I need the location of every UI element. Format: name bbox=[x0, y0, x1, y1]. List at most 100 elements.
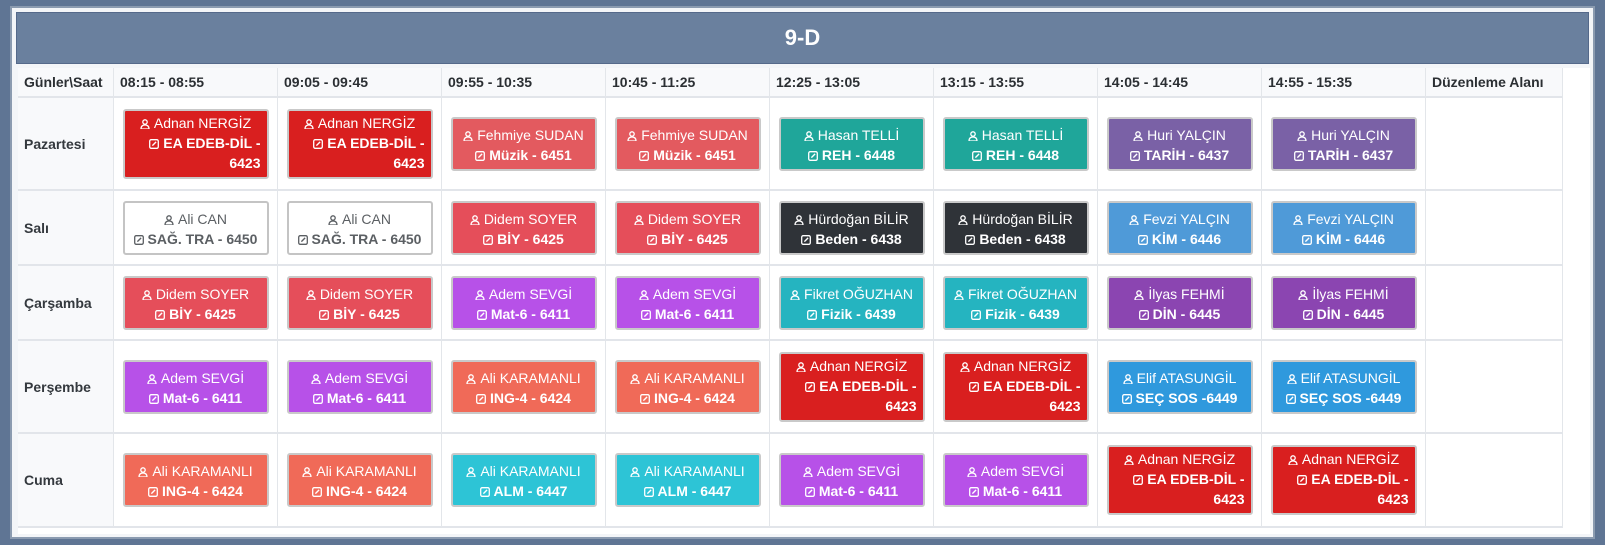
course-name: Müzik - 6451 bbox=[489, 146, 572, 163]
lesson-card[interactable]: Hürdoğan BİLİR Beden - 6438 bbox=[942, 200, 1089, 255]
lesson-card[interactable]: Adem SEVGİ Mat-6 - 6411 bbox=[614, 275, 761, 330]
lesson-cell: Adnan NERGİZ EA EDEB-DİL - 6423 bbox=[1262, 434, 1426, 528]
course-name: DİN - 6445 bbox=[1152, 305, 1221, 322]
edit-icon bbox=[483, 231, 497, 247]
lesson-card[interactable]: Didem SOYER BİY - 6425 bbox=[450, 200, 597, 255]
lesson-cell: Adem SEVGİ Mat-6 - 6411 bbox=[442, 266, 606, 341]
lesson-cell: Adem SEVGİ Mat-6 - 6411 bbox=[278, 341, 442, 434]
teacher-name: Hasan TELLİ bbox=[981, 126, 1064, 143]
lesson-card[interactable]: Hasan TELLİ REH - 6448 bbox=[778, 116, 925, 171]
timetable-grid: Günler\Saat 08:15 - 08:55 09:05 - 09:45 09:… bbox=[18, 68, 1590, 534]
teacher-name: Fikret OĞUZHAN bbox=[804, 285, 913, 302]
lesson-card[interactable]: Fevzi YALÇIN KİM - 6446 bbox=[1106, 200, 1253, 255]
edit-icon bbox=[1285, 390, 1300, 406]
lesson-card[interactable]: Fikret OĞUZHAN Fizik - 6439 bbox=[778, 275, 925, 330]
lesson-card[interactable]: Huri YALÇIN TARİH - 6437 bbox=[1270, 116, 1417, 171]
lesson-card[interactable]: Adnan NERGİZ EA EDEB-DİL - 6423 bbox=[122, 108, 269, 179]
lesson-cell: Fehmiye SUDAN Müzik - 6451 bbox=[442, 98, 606, 191]
lesson-card[interactable]: Ali KARAMANLI ING-4 - 6424 bbox=[286, 453, 433, 507]
lesson-card[interactable]: Fehmiye SUDAN Müzik - 6451 bbox=[450, 116, 597, 171]
edit-area-cell[interactable] bbox=[1426, 98, 1563, 191]
edit-area-cell[interactable] bbox=[1426, 434, 1563, 528]
lesson-cell: Hasan TELLİ REH - 6448 bbox=[770, 98, 934, 191]
course-name: BİY - 6425 bbox=[169, 305, 236, 322]
teacher-name: Fevzi YALÇIN bbox=[1143, 210, 1230, 227]
lesson-card[interactable]: Adem SEVGİ Mat-6 - 6411 bbox=[286, 359, 433, 414]
lesson-course: EA EDEB-DİL - 6423 bbox=[295, 133, 425, 173]
lesson-card[interactable]: Fikret OĞUZHAN Fizik - 6439 bbox=[942, 275, 1089, 330]
teacher-name: Ali KARAMANLI bbox=[480, 463, 581, 479]
lesson-card[interactable]: Adnan NERGİZ EA EDEB-DİL - 6423 bbox=[778, 351, 925, 422]
teacher-name: Ali KARAMANLI bbox=[644, 369, 745, 386]
lesson-card[interactable]: Ali KARAMANLI ING-4 - 6424 bbox=[122, 453, 269, 507]
lesson-card[interactable]: Fevzi YALÇIN KİM - 6446 bbox=[1270, 200, 1417, 255]
lesson-cell: Hürdoğan BİLİR Beden - 6438 bbox=[770, 191, 934, 266]
edit-icon bbox=[155, 306, 169, 322]
lesson-card[interactable]: Ali KARAMANLI ING-4 - 6424 bbox=[450, 359, 597, 414]
teacher-name: Ali KARAMANLI bbox=[152, 463, 253, 479]
lesson-card[interactable]: Hürdoğan BİLİR Beden - 6438 bbox=[778, 200, 925, 255]
course-name: ING-4 - 6424 bbox=[490, 389, 571, 406]
lesson-cell: Hasan TELLİ REH - 6448 bbox=[934, 98, 1098, 191]
lesson-card[interactable]: Didem SOYER BİY - 6425 bbox=[286, 275, 433, 330]
teacher-icon bbox=[1124, 451, 1138, 467]
teacher-icon bbox=[304, 115, 318, 131]
lesson-card[interactable]: Ali KARAMANLI ALM - 6447 bbox=[450, 453, 597, 507]
lesson-course: Fizik - 6439 bbox=[787, 304, 917, 324]
teacher-icon bbox=[140, 115, 154, 131]
lesson-card[interactable]: Elif ATASUNGİL SEÇ SOS -6449 bbox=[1270, 359, 1417, 414]
teacher-icon bbox=[470, 211, 484, 227]
lesson-card[interactable]: Didem SOYER BİY - 6425 bbox=[122, 275, 269, 330]
teacher-icon bbox=[1122, 370, 1137, 386]
course-name: EA EDEB-DİL - 6423 bbox=[983, 377, 1081, 414]
lesson-card[interactable]: Ali KARAMANLI ALM - 6447 bbox=[614, 453, 761, 507]
edit-area-cell[interactable] bbox=[1426, 191, 1563, 266]
lesson-card[interactable]: Adem SEVGİ Mat-6 - 6411 bbox=[778, 453, 925, 507]
edit-area-cell[interactable] bbox=[1426, 341, 1563, 434]
lesson-card[interactable]: Ali CAN SAĞ. TRA - 6450 bbox=[122, 200, 269, 255]
lesson-card[interactable]: Hasan TELLİ REH - 6448 bbox=[942, 116, 1089, 171]
lesson-course: BİY - 6425 bbox=[623, 229, 753, 249]
lesson-card[interactable]: İlyas FEHMİ DİN - 6445 bbox=[1106, 275, 1253, 330]
day-label: Pazartesi bbox=[18, 98, 114, 191]
teacher-icon bbox=[1293, 211, 1307, 227]
lesson-card[interactable]: Didem SOYER BİY - 6425 bbox=[614, 200, 761, 255]
lesson-card[interactable]: Adnan NERGİZ EA EDEB-DİL - 6423 bbox=[286, 108, 433, 179]
course-name: Müzik - 6451 bbox=[653, 146, 736, 163]
lesson-card[interactable]: İlyas FEHMİ DİN - 6445 bbox=[1270, 275, 1417, 330]
lesson-card[interactable]: Huri YALÇIN TARİH - 6437 bbox=[1106, 116, 1253, 171]
teacher-name: İlyas FEHMİ bbox=[1312, 285, 1389, 302]
lesson-card[interactable]: Adem SEVGİ Mat-6 - 6411 bbox=[122, 359, 269, 414]
teacher-icon bbox=[794, 211, 808, 227]
edit-area-cell[interactable] bbox=[1426, 266, 1563, 341]
lesson-card[interactable]: Adnan NERGİZ EA EDEB-DİL - 6423 bbox=[942, 351, 1089, 422]
lesson-course: DİN - 6445 bbox=[1115, 304, 1245, 324]
lesson-teacher: Ali KARAMANLI bbox=[623, 368, 753, 388]
corner-header: Günler\Saat bbox=[18, 68, 114, 98]
lesson-teacher: Hasan TELLİ bbox=[951, 125, 1081, 145]
lesson-card[interactable]: Adem SEVGİ Mat-6 - 6411 bbox=[450, 275, 597, 330]
lesson-card[interactable]: Adnan NERGİZ EA EDEB-DİL - 6423 bbox=[1106, 445, 1253, 515]
lesson-card[interactable]: Ali CAN SAĞ. TRA - 6450 bbox=[286, 200, 433, 255]
edit-icon bbox=[1121, 390, 1136, 406]
course-name: EA EDEB-DİL - 6423 bbox=[1311, 471, 1409, 507]
lesson-course: SAĞ. TRA - 6450 bbox=[295, 229, 425, 249]
lesson-cell: Didem SOYER BİY - 6425 bbox=[114, 266, 278, 341]
edit-icon bbox=[805, 378, 819, 394]
lesson-card[interactable]: Ali KARAMANLI ING-4 - 6424 bbox=[614, 359, 761, 414]
lesson-cell: Ali KARAMANLI ING-4 - 6424 bbox=[442, 341, 606, 434]
course-name: EA EDEB-DİL - 6423 bbox=[1147, 471, 1245, 507]
lesson-card[interactable]: Fehmiye SUDAN Müzik - 6451 bbox=[614, 116, 761, 171]
edit-icon bbox=[801, 231, 815, 247]
lesson-cell: Ali KARAMANLI ING-4 - 6424 bbox=[114, 434, 278, 528]
lesson-card[interactable]: Elif ATASUNGİL SEÇ SOS -6449 bbox=[1106, 359, 1253, 414]
teacher-icon bbox=[804, 127, 818, 143]
lesson-card[interactable]: Adem SEVGİ Mat-6 - 6411 bbox=[942, 453, 1089, 507]
lesson-card[interactable]: Adnan NERGİZ EA EDEB-DİL - 6423 bbox=[1270, 445, 1417, 515]
lesson-course: BİY - 6425 bbox=[459, 229, 589, 249]
teacher-name: Adem SEVGİ bbox=[160, 369, 245, 386]
day-label: Perşembe bbox=[18, 341, 114, 434]
lesson-teacher: Adnan NERGİZ bbox=[131, 113, 261, 133]
edit-icon bbox=[133, 231, 148, 247]
lesson-course: Müzik - 6451 bbox=[459, 145, 589, 165]
